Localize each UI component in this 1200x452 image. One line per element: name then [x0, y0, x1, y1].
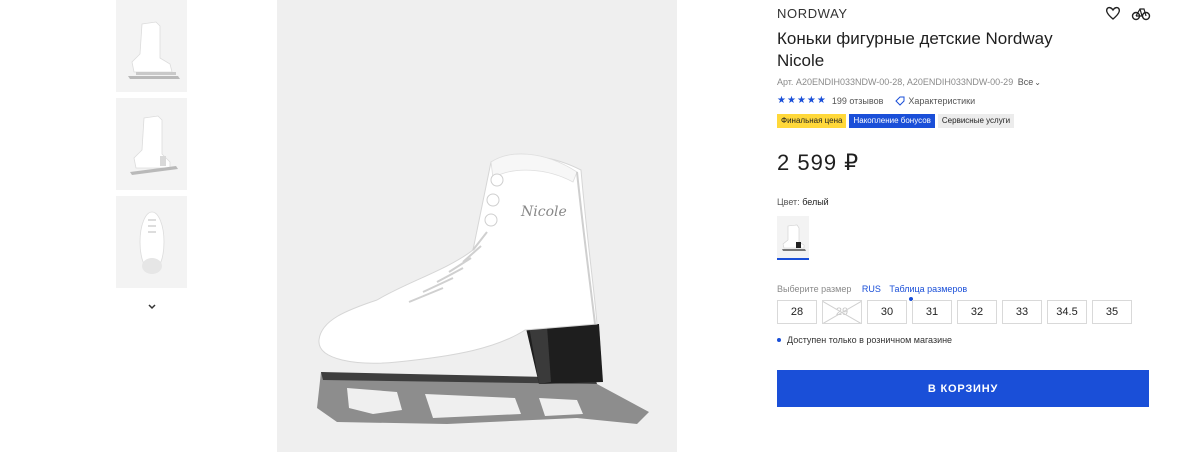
skate-thumbnail-image: [129, 115, 178, 175]
sku-row: Арт. A20ENDIH033NDW-00-28, A20ENDIH033ND…: [777, 77, 1041, 87]
chevron-down-icon[interactable]: [143, 298, 161, 316]
add-to-cart-button[interactable]: В КОРЗИНУ: [777, 370, 1149, 407]
badge-services[interactable]: Сервисные услуги: [937, 114, 1015, 128]
color-value: белый: [802, 197, 829, 207]
size-option[interactable]: 34.5: [1047, 300, 1087, 324]
promo-badges: Финальная цена Накопление бонусов Сервис…: [777, 114, 1015, 128]
rating-row: ★ ★ ★ ★ ★ 199 отзывов Характеристики: [777, 96, 975, 107]
star-icon: ★: [806, 95, 816, 106]
sku-all-label: Все: [1017, 77, 1034, 87]
star-icon: ★: [816, 95, 826, 106]
skate-thumbnail-image: [127, 21, 180, 79]
badge-bonus[interactable]: Накопление бонусов: [849, 114, 935, 128]
sku-text: Арт. A20ENDIH033NDW-00-28, A20ENDIH033ND…: [777, 77, 1014, 87]
size-option[interactable]: 30: [867, 300, 907, 324]
availability-note: Доступен только в розничном магазине: [777, 335, 952, 345]
skate-swatch-image: [782, 224, 806, 251]
thumbnail-top-view[interactable]: [116, 196, 187, 288]
star-icon: ★: [786, 95, 796, 106]
skate-thumbnail-image: [139, 211, 164, 274]
color-swatch-white[interactable]: [777, 216, 809, 260]
thumbnail-angle-view[interactable]: [116, 98, 187, 190]
size-option[interactable]: 28: [777, 300, 817, 324]
size-choose-label: Выберите размер: [777, 284, 852, 294]
availability-text: Доступен только в розничном магазине: [787, 335, 953, 345]
tag-icon: [895, 96, 905, 106]
size-options: 28 29 30 31 32 33 34.5 35: [777, 300, 1132, 324]
thumbnail-side-view[interactable]: [116, 0, 187, 92]
size-system-toggle[interactable]: RUS: [862, 284, 881, 294]
specs-link[interactable]: Характеристики: [895, 96, 975, 106]
star-icon: ★: [777, 95, 786, 106]
rating-stars: ★ ★ ★ ★ ★: [777, 96, 826, 106]
size-table-link[interactable]: Таблица размеров: [889, 284, 967, 294]
size-option[interactable]: 31: [912, 300, 952, 324]
size-option[interactable]: 33: [1002, 300, 1042, 324]
badge-final-price[interactable]: Финальная цена: [777, 114, 847, 128]
sku-all-toggle[interactable]: Все⌄: [1018, 77, 1041, 87]
svg-text:Nicole: Nicole: [520, 204, 567, 220]
bullet-dot-icon: [777, 338, 781, 342]
product-price: 2 599 ₽: [777, 150, 860, 175]
product-title: Коньки фигурные детские Nordway Nicole: [777, 29, 1053, 70]
compare-icon[interactable]: [1131, 4, 1151, 22]
color-label: Цвет: белый: [777, 197, 829, 207]
specs-label: Характеристики: [908, 96, 976, 106]
brand-link[interactable]: NORDWAY: [777, 6, 848, 21]
product-main-image[interactable]: Nicole: [277, 0, 677, 452]
size-option[interactable]: 32: [957, 300, 997, 324]
size-option-unavailable[interactable]: 29: [822, 300, 862, 324]
star-icon: ★: [796, 95, 806, 106]
reviews-link[interactable]: 199 отзывов: [832, 96, 884, 106]
chevron-down-icon: ⌄: [1034, 78, 1041, 87]
skate-illustration: Nicole: [317, 153, 649, 424]
size-option[interactable]: 35: [1092, 300, 1132, 324]
size-header: Выберите размер RUS Таблица размеров: [777, 284, 967, 294]
heart-icon[interactable]: [1104, 4, 1122, 22]
color-label-text: Цвет:: [777, 197, 800, 207]
